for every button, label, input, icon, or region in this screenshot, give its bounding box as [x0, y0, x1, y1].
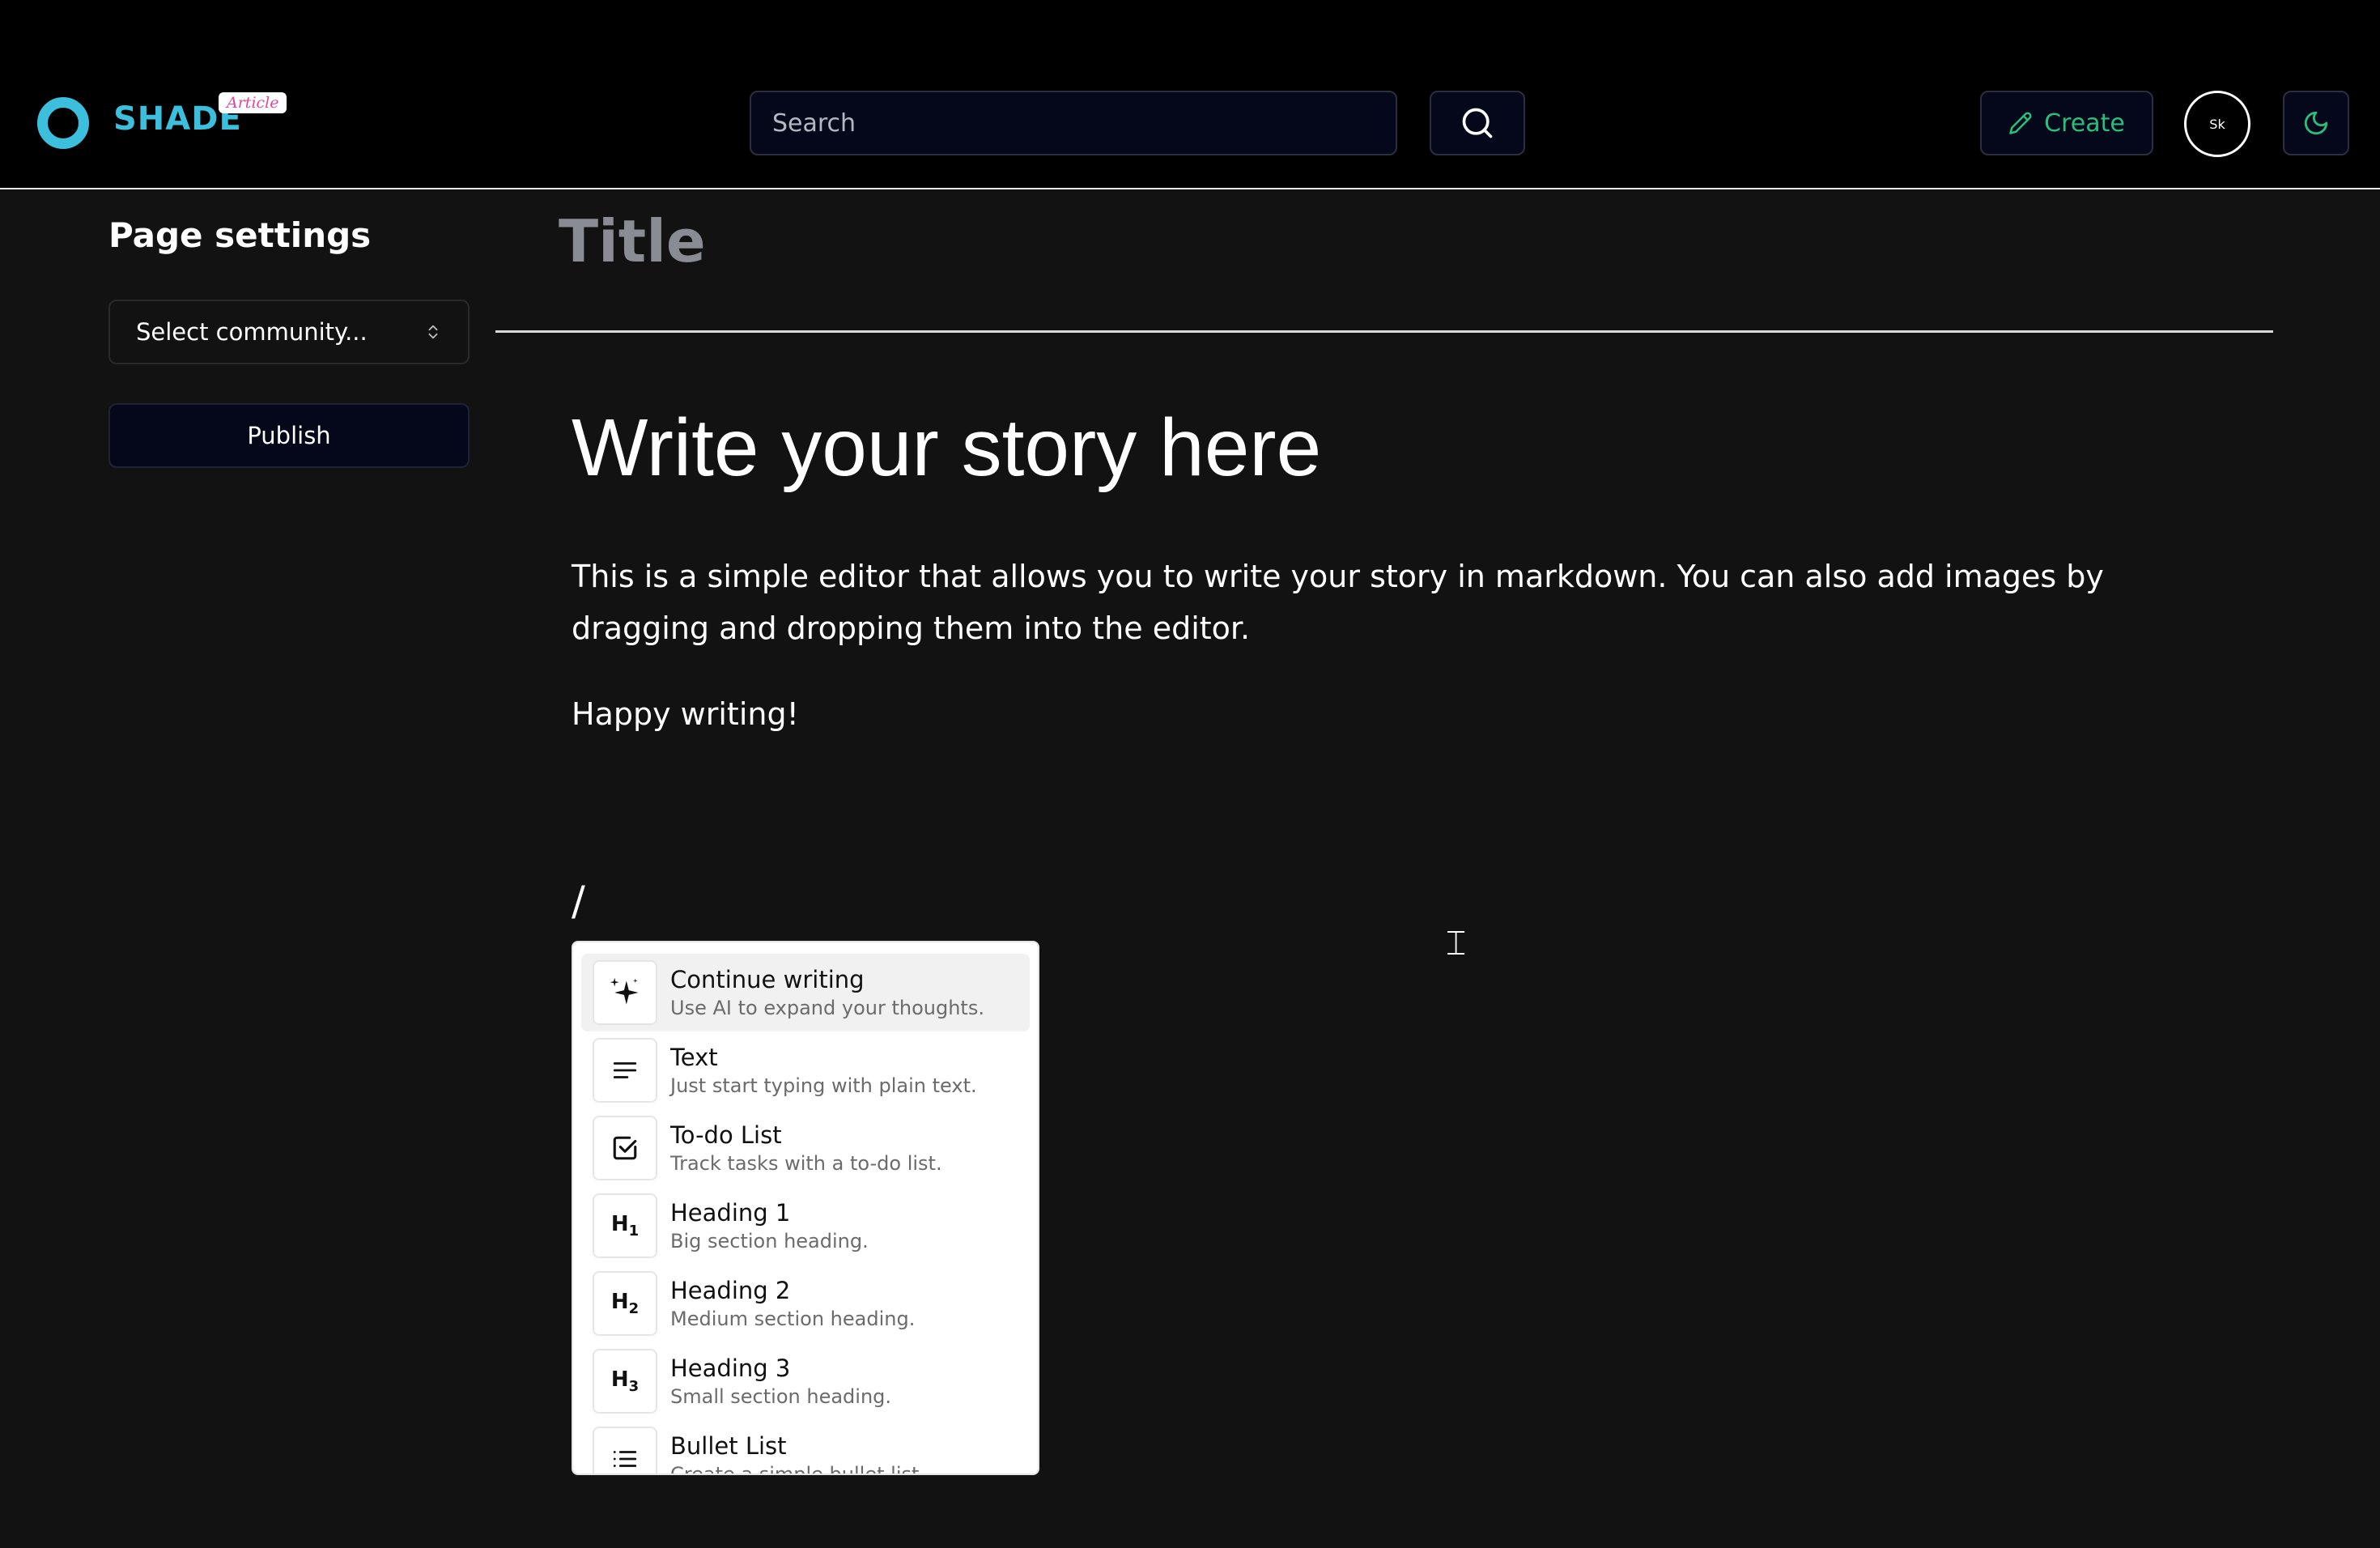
- command-title: Text: [670, 1044, 718, 1071]
- pencil-icon: [2009, 112, 2032, 134]
- moon-icon: [2304, 111, 2328, 135]
- command-title: To-do List: [670, 1121, 782, 1149]
- bullet-list-icon: [593, 1427, 657, 1474]
- story-heading[interactable]: Write your story here: [572, 402, 1321, 495]
- heading2-icon: H2: [593, 1271, 657, 1336]
- heading1-icon: H1: [593, 1193, 657, 1258]
- command-title: Bullet List: [670, 1432, 787, 1460]
- command-description: Small section heading.: [670, 1385, 892, 1408]
- slash-command-menu: Continue writing Use AI to expand your t…: [572, 941, 1039, 1475]
- command-description: Use AI to expand your thoughts.: [670, 997, 984, 1019]
- command-description: Create a simple bullet list.: [670, 1463, 926, 1475]
- command-item-text[interactable]: Text Just start typing with plain text.: [581, 1031, 1030, 1109]
- page-settings-title: Page settings: [108, 215, 372, 255]
- i-beam-cursor-icon: ⌶: [1446, 923, 1467, 963]
- command-description: Big section heading.: [670, 1230, 869, 1252]
- command-title: Heading 3: [670, 1354, 791, 1382]
- sparkles-icon: [593, 960, 657, 1025]
- command-item-heading-3[interactable]: H3 Heading 3 Small section heading.: [581, 1342, 1030, 1420]
- avatar-text: Sk: [2209, 116, 2225, 132]
- create-button[interactable]: Create: [1980, 91, 2153, 155]
- command-item-continue-writing[interactable]: Continue writing Use AI to expand your t…: [581, 954, 1030, 1031]
- publish-button[interactable]: Publish: [108, 403, 470, 468]
- command-item-todo-list[interactable]: To-do List Track tasks with a to-do list…: [581, 1109, 1030, 1187]
- publish-label: Publish: [247, 422, 331, 449]
- command-title: Heading 1: [670, 1199, 791, 1227]
- heading3-icon: H3: [593, 1349, 657, 1414]
- search-input[interactable]: [750, 91, 1397, 155]
- top-navigation-bar: SHADE Article Create Sk: [0, 0, 2380, 189]
- slash-command-text[interactable]: /: [572, 878, 585, 925]
- logo-badge: Article: [219, 92, 287, 113]
- text-icon: [593, 1038, 657, 1103]
- theme-toggle-button[interactable]: [2283, 91, 2349, 155]
- command-title: Heading 2: [670, 1277, 791, 1304]
- search-icon: [1462, 108, 1493, 138]
- story-paragraph-2[interactable]: Happy writing!: [572, 696, 799, 732]
- command-description: Medium section heading.: [670, 1308, 916, 1330]
- command-title: Continue writing: [670, 966, 865, 993]
- command-item-heading-1[interactable]: H1 Heading 1 Big section heading.: [581, 1187, 1030, 1265]
- command-item-heading-2[interactable]: H2 Heading 2 Medium section heading.: [581, 1265, 1030, 1342]
- community-select[interactable]: Select community...: [108, 300, 470, 364]
- command-description: Just start typing with plain text.: [670, 1074, 977, 1097]
- command-description: Track tasks with a to-do list.: [670, 1152, 942, 1175]
- logo[interactable]: SHADE Article: [37, 87, 287, 152]
- logo-ring-icon: [37, 97, 89, 149]
- create-label: Create: [2044, 108, 2125, 138]
- story-paragraph[interactable]: This is a simple editor that allows you …: [572, 551, 2191, 654]
- checkbox-icon: [593, 1116, 657, 1180]
- title-input[interactable]: Title: [559, 207, 706, 275]
- community-select-value: Select community...: [136, 318, 368, 346]
- chevron-up-down-icon: [428, 325, 438, 339]
- search-button[interactable]: [1430, 91, 1525, 155]
- user-avatar[interactable]: Sk: [2184, 91, 2250, 157]
- title-divider: [495, 330, 2273, 333]
- command-item-bullet-list[interactable]: Bullet List Create a simple bullet list.: [581, 1420, 1030, 1475]
